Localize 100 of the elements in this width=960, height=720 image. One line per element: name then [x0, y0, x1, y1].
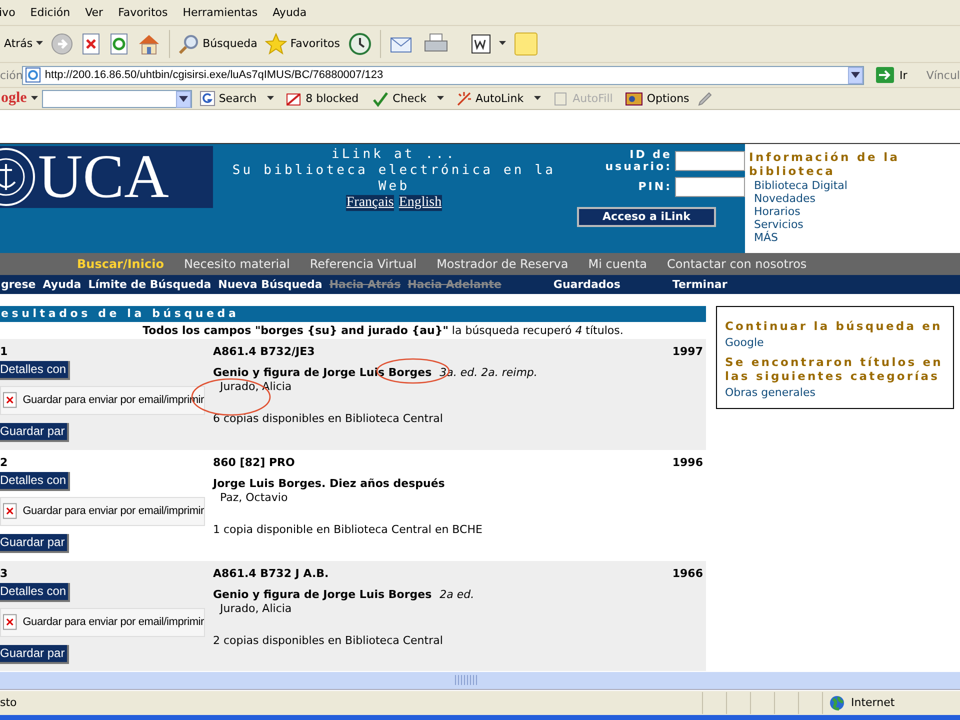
save-button[interactable]: Guardar par: [0, 422, 69, 442]
dropdown-button[interactable]: [848, 66, 863, 84]
caret-icon: [178, 96, 188, 102]
search-pane-button[interactable]: Búsqueda: [178, 32, 258, 55]
stop-icon[interactable]: [80, 32, 101, 55]
year: 1997: [672, 344, 703, 360]
nav-link[interactable]: Guardados: [553, 278, 620, 291]
info-link[interactable]: Horarios: [749, 204, 956, 218]
blocked-popup-icon: [286, 90, 302, 107]
user-id-label: ID de usuario:: [604, 148, 672, 173]
favorites-button[interactable]: Favoritos: [265, 32, 340, 55]
call-number: A861.4 B732 J A.B.: [213, 566, 329, 582]
year: 1996: [672, 454, 703, 471]
sidebar-heading: Se encontraron títulos en las siguientes categorías: [725, 354, 944, 383]
university-logo: UCA: [0, 146, 213, 208]
check-icon: [370, 90, 389, 107]
refresh-icon[interactable]: [108, 32, 129, 55]
sidebar-heading: Continuar la búsqueda en: [725, 318, 944, 333]
forward-icon[interactable]: [50, 32, 73, 55]
availability: 1 copia disponible en Biblioteca Central en BCHE: [213, 522, 484, 536]
nav-link[interactable]: Ayuda: [42, 278, 82, 291]
language-link[interactable]: English: [398, 194, 442, 211]
nav-tab[interactable]: Contactar con nosotros: [667, 256, 807, 271]
info-link[interactable]: Servicios: [749, 218, 956, 231]
nav-tab[interactable]: Referencia Virtual: [310, 256, 417, 271]
nav-tab[interactable]: Buscar/Inicio: [77, 256, 164, 271]
user-id-field[interactable]: [675, 150, 745, 171]
save-option[interactable]: Guardar para enviar por email/imprimir: [0, 608, 205, 637]
toolbar-button[interactable]: Options: [620, 90, 694, 107]
info-link[interactable]: Novedades: [749, 192, 956, 205]
availability: 2 copias disponibles en Biblioteca Central: [213, 634, 444, 647]
wand-icon: [456, 90, 472, 107]
pin-field[interactable]: [675, 176, 745, 197]
save-label: Guardar para enviar por email/imprimir: [22, 616, 204, 628]
toolbar-button[interactable]: Check: [366, 90, 448, 107]
edition: 2a ed.: [440, 588, 474, 601]
author: Jurado, Alicia: [218, 380, 293, 393]
menu-item[interactable]: ivo: [0, 6, 24, 19]
save-button[interactable]: Guardar par: [0, 534, 69, 553]
google-logo: ogle: [1, 90, 27, 108]
horizontal-scrollbar[interactable]: [0, 670, 960, 690]
save-button[interactable]: Guardar par: [0, 644, 69, 664]
security-zone: Internet: [822, 692, 895, 714]
details-button[interactable]: Detalles con: [0, 582, 70, 602]
login-button[interactable]: Acceso a iLink: [577, 206, 716, 227]
star-icon: [265, 32, 288, 55]
nav-link[interactable]: Límite de Búsqueda: [88, 278, 212, 291]
info-heading: Información de la biblioteca: [749, 150, 901, 178]
book-title[interactable]: Genio y figura de Jorge Luis Borges: [213, 588, 432, 601]
menu-item[interactable]: Ayuda: [272, 6, 315, 19]
address-label: ción: [0, 68, 22, 82]
url-text: http://200.16.86.50/uhtbin/cgisirsi.exe/luAs7qIMUS/BC/76880007/123: [44, 69, 384, 82]
language-link[interactable]: Français: [346, 194, 394, 211]
site-title: iLink at ...: [330, 146, 458, 163]
details-button[interactable]: Detalles con: [0, 472, 70, 491]
nav-tab[interactable]: Necesito material: [184, 256, 290, 271]
scroll-thumb[interactable]: [455, 674, 479, 685]
search-field[interactable]: [42, 90, 192, 108]
menu-item[interactable]: Herramientas: [182, 6, 266, 19]
save-option[interactable]: Guardar para enviar por email/imprimir: [0, 496, 205, 526]
toolbar-button[interactable]: 8 blocked: [282, 90, 363, 107]
links-label[interactable]: Víncul: [926, 68, 960, 82]
caret-icon[interactable]: [30, 96, 38, 102]
document-icon[interactable]: [471, 34, 491, 54]
caret-icon: [266, 96, 274, 102]
go-button[interactable]: Ir: [870, 66, 924, 84]
info-link[interactable]: Biblioteca Digital: [749, 178, 956, 192]
site-title: Web: [377, 178, 411, 195]
author: Paz, Octavio: [219, 490, 289, 504]
page-icon: [24, 67, 41, 84]
nav-link[interactable]: Nueva Búsqueda: [218, 278, 322, 291]
sidebar-link[interactable]: Google: [725, 336, 945, 349]
home-icon[interactable]: [136, 32, 161, 55]
toolbar-button[interactable]: AutoLink: [452, 90, 545, 107]
details-button[interactable]: Detalles con: [0, 360, 70, 380]
toolbar-button[interactable]: Search: [196, 91, 278, 106]
menu-item[interactable]: Ver: [85, 6, 112, 19]
back-button[interactable]: Atrás: [4, 37, 43, 50]
google-icon: [200, 91, 215, 106]
caret-icon: [436, 96, 444, 102]
sidebar-link[interactable]: Obras generales: [725, 386, 945, 399]
author: Jurado, Alicia: [218, 602, 293, 615]
nav-tab[interactable]: Mi cuenta: [588, 256, 648, 271]
nav-tab[interactable]: Mostrador de Reserva: [436, 256, 568, 271]
nav-link[interactable]: grese: [1, 278, 36, 291]
history-icon[interactable]: [348, 32, 372, 56]
address-field[interactable]: http://200.16.86.50/uhtbin/cgisirsi.exe/luAs7qIMUS/BC/76880007/123: [22, 66, 864, 85]
call-number: 860 [82] PRO: [213, 454, 295, 471]
search-icon: [178, 32, 200, 55]
result-number: 2: [0, 454, 8, 471]
nav-link[interactable]: Terminar: [672, 278, 728, 291]
pin-label: PIN:: [637, 180, 672, 193]
pencil-icon[interactable]: [697, 90, 714, 107]
book-title[interactable]: Jorge Luis Borges. Diez años después: [213, 476, 445, 490]
info-link[interactable]: MÁS: [749, 230, 956, 244]
broken-image-icon: [3, 503, 17, 520]
caret-icon[interactable]: [499, 41, 506, 46]
menu-item[interactable]: Favoritos: [118, 6, 176, 19]
year: 1966: [672, 566, 703, 582]
menu-item[interactable]: Edición: [30, 6, 78, 19]
